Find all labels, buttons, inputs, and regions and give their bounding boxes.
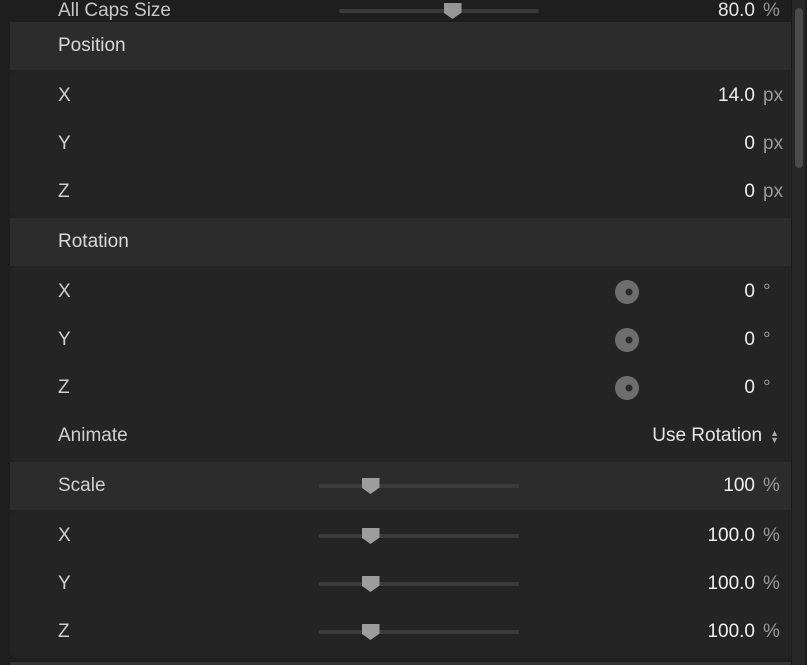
rotation-animate-row: Animate Use Rotation ▲▼	[10, 412, 797, 460]
position-y-label: Y	[58, 133, 258, 155]
all-caps-size-label: All Caps Size	[58, 0, 258, 22]
rotation-header-label: Rotation	[58, 231, 129, 253]
slider-thumb-icon[interactable]	[362, 528, 380, 544]
position-header[interactable]: Position	[10, 22, 797, 70]
rotation-y-unit: °	[763, 329, 789, 351]
rotation-animate-label: Animate	[58, 425, 258, 447]
slider-thumb-icon[interactable]	[362, 624, 380, 640]
scale-y-slider[interactable]	[319, 574, 519, 594]
rotation-animate-dropdown[interactable]: Use Rotation ▲▼	[652, 425, 779, 447]
position-group: X 14.0 px Y 0 px Z 0 px	[10, 70, 797, 218]
position-y-unit: px	[763, 133, 789, 155]
rotation-z-row: Z 0 °	[10, 364, 797, 412]
scale-z-unit: %	[763, 621, 789, 643]
position-z-label: Z	[58, 181, 258, 203]
rotation-y-row: Y 0 °	[10, 316, 797, 364]
all-caps-size-unit: %	[763, 0, 789, 22]
position-z-unit: px	[763, 181, 789, 203]
rotation-group: X 0 ° Y 0 ° Z 0 ° An	[10, 266, 797, 462]
rotation-x-value[interactable]: 0	[695, 281, 755, 303]
position-x-unit: px	[763, 85, 789, 107]
scale-x-slider[interactable]	[319, 526, 519, 546]
position-x-value[interactable]: 14.0	[695, 85, 755, 107]
slider-thumb-icon[interactable]	[362, 478, 380, 494]
rotation-x-unit: °	[763, 281, 789, 303]
scrollbar-thumb[interactable]	[795, 8, 803, 168]
scale-overall-unit: %	[763, 475, 789, 497]
position-header-label: Position	[58, 35, 126, 57]
scale-header[interactable]: Scale 100 %	[10, 462, 797, 510]
all-caps-size-row: All Caps Size 80.0 %	[10, 0, 797, 22]
rotation-y-dial[interactable]	[615, 328, 639, 352]
scale-header-label: Scale	[58, 475, 218, 497]
scale-y-row: Y 100.0 %	[10, 560, 797, 608]
slider-thumb-icon[interactable]	[362, 576, 380, 592]
slider-thumb-icon[interactable]	[444, 3, 462, 19]
scale-y-label: Y	[58, 573, 218, 595]
rotation-animate-value: Use Rotation	[652, 425, 762, 447]
dropdown-stepper-icon: ▲▼	[770, 430, 779, 443]
scale-overall-slider[interactable]	[319, 476, 519, 496]
scale-x-row: X 100.0 %	[10, 512, 797, 560]
scale-z-label: Z	[58, 621, 218, 643]
scale-x-label: X	[58, 525, 218, 547]
scale-overall-value[interactable]: 100	[695, 475, 755, 497]
rotation-z-value[interactable]: 0	[695, 377, 755, 399]
all-caps-size-slider[interactable]	[339, 1, 539, 21]
position-z-value[interactable]: 0	[695, 181, 755, 203]
scale-z-value[interactable]: 100.0	[695, 621, 755, 643]
scale-x-value[interactable]: 100.0	[695, 525, 755, 547]
all-caps-size-value[interactable]: 80.0	[695, 0, 755, 22]
position-z-row: Z 0 px	[10, 168, 797, 216]
position-y-row: Y 0 px	[10, 120, 797, 168]
rotation-z-dial[interactable]	[615, 376, 639, 400]
scale-x-unit: %	[763, 525, 789, 547]
rotation-y-label: Y	[58, 329, 258, 351]
vertical-scrollbar[interactable]	[791, 0, 805, 665]
scale-group: X 100.0 % Y 100.0 %	[10, 510, 797, 658]
position-y-value[interactable]: 0	[695, 133, 755, 155]
rotation-x-dial[interactable]	[615, 280, 639, 304]
scale-y-unit: %	[763, 573, 789, 595]
position-x-label: X	[58, 85, 258, 107]
scale-z-row: Z 100.0 %	[10, 608, 797, 656]
scale-z-slider[interactable]	[319, 622, 519, 642]
rotation-z-unit: °	[763, 377, 789, 399]
rotation-y-value[interactable]: 0	[695, 329, 755, 351]
rotation-z-label: Z	[58, 377, 258, 399]
rotation-header[interactable]: Rotation	[10, 218, 797, 266]
rotation-x-label: X	[58, 281, 258, 303]
position-x-row: X 14.0 px	[10, 72, 797, 120]
rotation-x-row: X 0 °	[10, 268, 797, 316]
scale-y-value[interactable]: 100.0	[695, 573, 755, 595]
